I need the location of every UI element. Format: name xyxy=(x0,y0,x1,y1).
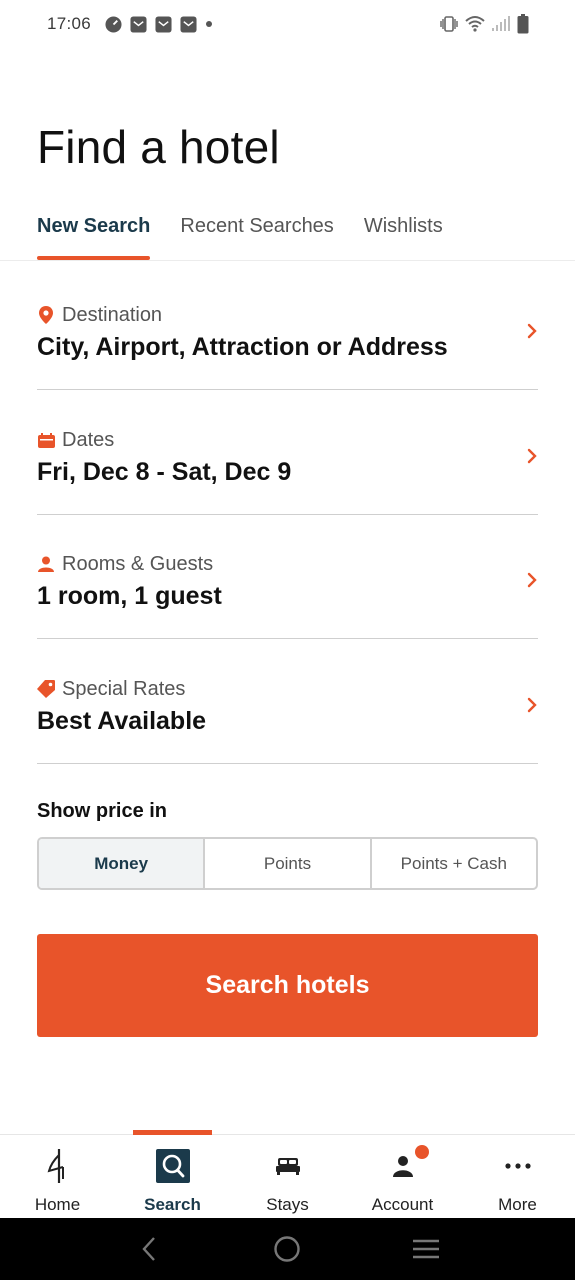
mail-icon xyxy=(130,15,147,33)
rooms-guests-value: 1 room, 1 guest xyxy=(37,582,222,610)
tab-recent-searches[interactable]: Recent Searches xyxy=(180,208,333,260)
recents-menu-icon xyxy=(412,1239,439,1259)
system-status-icons xyxy=(439,14,529,34)
tab-new-search[interactable]: New Search xyxy=(37,208,151,260)
price-option-points-cash[interactable]: Points + Cash xyxy=(372,839,536,888)
tab-wishlists[interactable]: Wishlists xyxy=(364,208,443,260)
chevron-right-icon xyxy=(527,572,537,588)
nav-stays-label: Stays xyxy=(266,1195,309,1214)
page-title: Find a hotel xyxy=(37,121,280,173)
bottom-nav: Home Search Stays Account More xyxy=(0,1130,575,1218)
destination-value: City, Airport, Attraction or Address xyxy=(37,333,448,361)
vibrate-icon xyxy=(440,16,458,32)
chevron-right-icon xyxy=(527,697,537,713)
system-nav-bar xyxy=(0,1218,575,1280)
nav-more[interactable]: More xyxy=(460,1135,575,1218)
system-back-button[interactable] xyxy=(129,1229,169,1269)
nav-stays[interactable]: Stays xyxy=(230,1135,345,1218)
tabs-divider xyxy=(0,260,575,261)
calendar-icon xyxy=(37,431,55,449)
destination-field[interactable]: Destination City, Airport, Attraction or… xyxy=(37,302,538,390)
person-icon xyxy=(37,555,55,573)
show-price-label: Show price in xyxy=(37,800,168,822)
home-circle-icon xyxy=(274,1236,301,1262)
nav-search-label: Search xyxy=(144,1195,201,1214)
location-pin-icon xyxy=(37,306,55,324)
nav-home-label: Home xyxy=(34,1195,81,1214)
nav-search[interactable]: Search xyxy=(115,1130,230,1218)
dot-icon xyxy=(206,21,213,27)
nav-more-label: More xyxy=(498,1195,537,1214)
mail-icon xyxy=(180,15,197,33)
search-icon xyxy=(155,1149,190,1183)
price-option-points[interactable]: Points xyxy=(205,839,372,888)
more-dots-icon xyxy=(501,1149,535,1183)
rooms-guests-field[interactable]: Rooms & Guests 1 room, 1 guest xyxy=(37,551,538,639)
special-rates-label: Special Rates xyxy=(62,677,186,700)
back-arrow-icon xyxy=(142,1237,156,1261)
system-recents-button[interactable] xyxy=(406,1229,446,1269)
signal-icon xyxy=(492,16,510,31)
special-rates-field[interactable]: Special Rates Best Available xyxy=(37,676,538,764)
search-hotels-button[interactable]: Search hotels xyxy=(37,934,538,1037)
destination-label: Destination xyxy=(62,303,163,326)
nav-account[interactable]: Account xyxy=(345,1135,460,1218)
price-option-money[interactable]: Money xyxy=(39,839,206,888)
price-mode-toggle: Money Points Points + Cash xyxy=(37,837,538,890)
search-tabs: New Search Recent Searches Wishlists xyxy=(37,208,473,260)
rooms-guests-label: Rooms & Guests xyxy=(62,552,214,575)
chevron-right-icon xyxy=(527,448,537,464)
speedometer-icon xyxy=(105,15,122,33)
status-bar: 17:06 xyxy=(0,0,575,48)
dates-field[interactable]: Dates Fri, Dec 8 - Sat, Dec 9 xyxy=(37,427,538,515)
notification-badge xyxy=(415,1145,429,1159)
dates-label: Dates xyxy=(62,428,115,451)
bed-icon xyxy=(271,1149,305,1183)
system-home-button[interactable] xyxy=(267,1229,307,1269)
hilton-logo-icon xyxy=(41,1149,75,1183)
nav-home[interactable]: Home xyxy=(0,1135,115,1218)
battery-icon xyxy=(517,14,529,34)
notification-icons xyxy=(105,15,213,33)
tag-icon xyxy=(37,680,55,698)
wifi-icon xyxy=(465,16,485,32)
active-tab-indicator xyxy=(133,1130,212,1135)
special-rates-value: Best Available xyxy=(37,707,207,735)
nav-account-label: Account xyxy=(371,1195,434,1214)
status-time: 17:06 xyxy=(47,14,92,33)
dates-value: Fri, Dec 8 - Sat, Dec 9 xyxy=(37,458,292,486)
chevron-right-icon xyxy=(527,323,537,339)
mail-icon xyxy=(155,15,172,33)
